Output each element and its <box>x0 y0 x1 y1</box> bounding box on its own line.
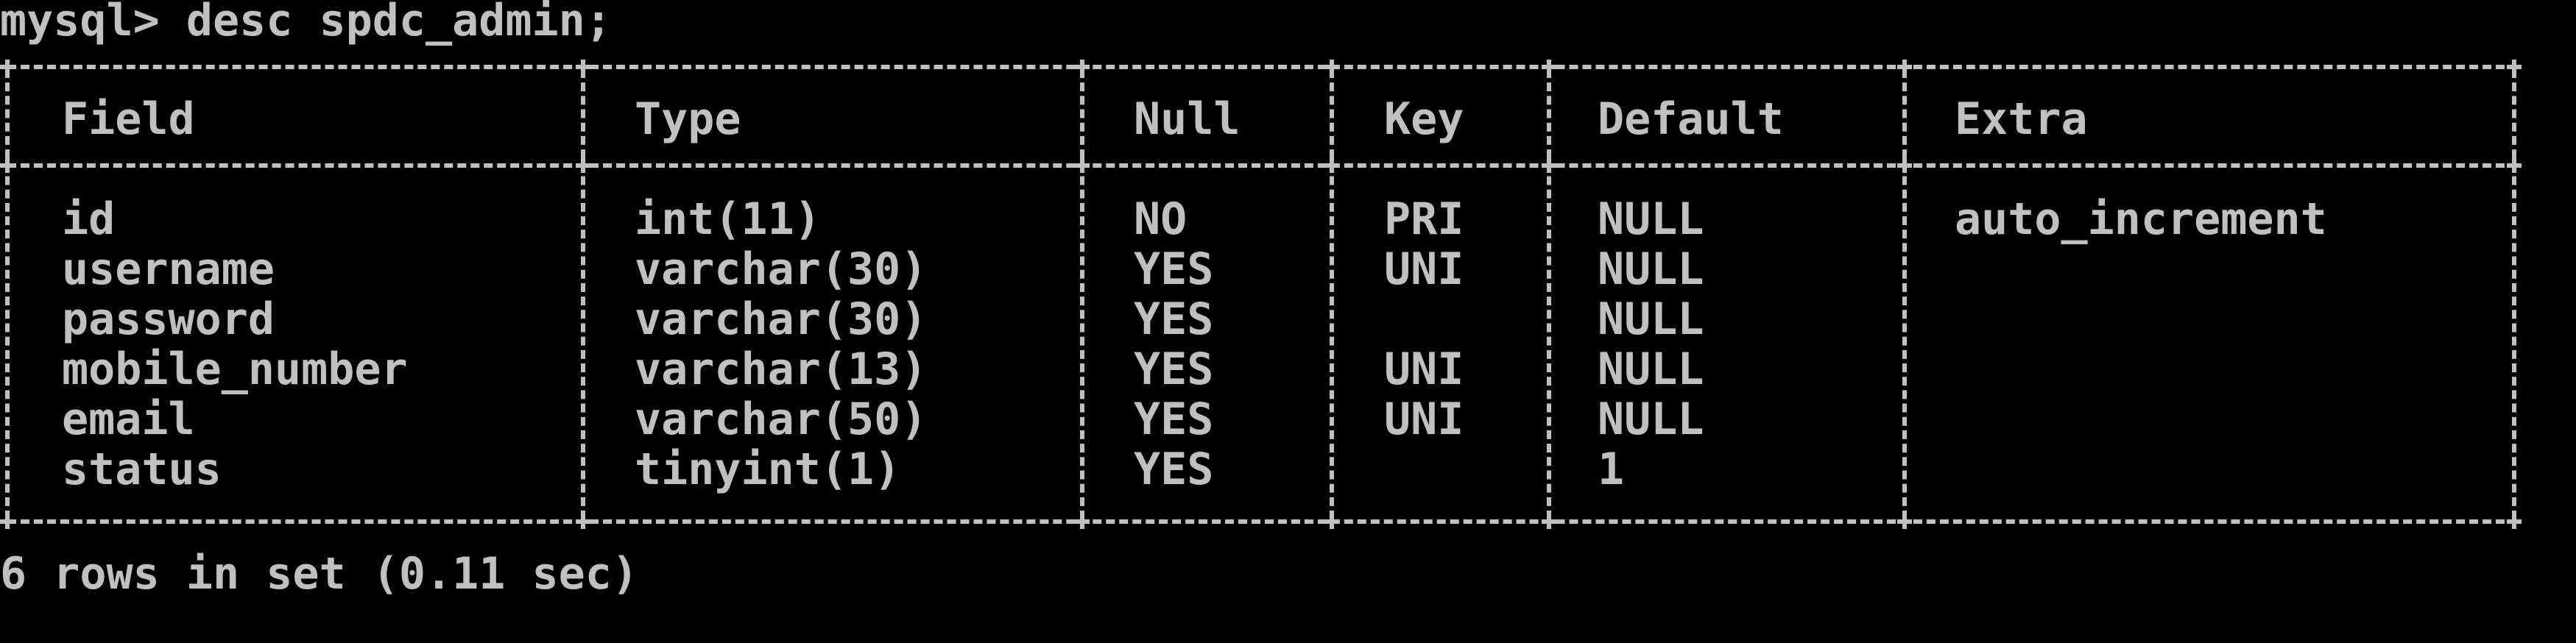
junction-plus <box>1324 514 1339 529</box>
column-header-type: Type <box>635 93 741 145</box>
command-line: mysql> desc spdc_admin; <box>0 0 612 46</box>
terminal-window: mysql> desc spdc_admin; Field Type Null … <box>0 0 2576 643</box>
column-separator <box>2512 69 2516 519</box>
junction-plus <box>1897 60 1912 74</box>
column-separator <box>1547 69 1551 519</box>
junction-plus <box>1542 60 1556 74</box>
table-cell-field: email <box>62 394 195 445</box>
column-separator <box>581 69 585 519</box>
table-cell-type: int(11) <box>635 193 821 245</box>
table-cell-type: varchar(50) <box>635 394 928 445</box>
table-cell-default: NULL <box>1598 394 1704 445</box>
junction-plus <box>576 514 590 529</box>
result-table: Field Type Null Key Default Extra id int… <box>0 51 2525 530</box>
table-cell-default: NULL <box>1598 193 1704 245</box>
table-border-bottom <box>7 519 2518 524</box>
column-header-key: Key <box>1384 93 1464 145</box>
junction-plus <box>2507 60 2522 74</box>
table-cell-key: PRI <box>1384 193 1464 245</box>
table-cell-default: NULL <box>1598 294 1704 345</box>
table-cell-key: UNI <box>1384 344 1464 395</box>
table-cell-default: 1 <box>1598 444 1625 495</box>
column-header-field: Field <box>62 93 195 145</box>
junction-plus <box>0 514 15 529</box>
table-cell-field: mobile_number <box>62 344 408 395</box>
table-cell-field: id <box>62 193 116 245</box>
column-separator <box>1330 69 1334 519</box>
table-cell-field: status <box>62 444 222 495</box>
junction-plus <box>0 60 15 74</box>
junction-plus <box>1542 514 1556 529</box>
junction-plus <box>2507 158 2522 173</box>
table-cell-field: password <box>62 294 275 345</box>
junction-plus <box>1075 514 1090 529</box>
table-cell-key: UNI <box>1384 394 1464 445</box>
column-separator <box>1902 69 1907 519</box>
table-cell-null: YES <box>1134 294 1214 345</box>
table-cell-type: varchar(30) <box>635 244 928 295</box>
table-cell-null: YES <box>1134 244 1214 295</box>
junction-plus <box>1075 158 1090 173</box>
junction-plus <box>0 158 15 173</box>
junction-plus <box>1324 60 1339 74</box>
table-cell-null: YES <box>1134 394 1214 445</box>
table-cell-null: YES <box>1134 344 1214 395</box>
column-header-default: Default <box>1598 93 1784 145</box>
table-border-top <box>7 65 2518 69</box>
junction-plus <box>1897 514 1912 529</box>
table-header-divider <box>7 163 2518 168</box>
result-summary: 6 rows in set (0.11 sec) <box>0 548 638 600</box>
junction-plus <box>576 158 590 173</box>
table-cell-type: tinyint(1) <box>635 444 901 495</box>
table-cell-default: NULL <box>1598 344 1704 395</box>
table-cell-extra: auto_increment <box>1955 193 2327 245</box>
column-header-extra: Extra <box>1955 93 2088 145</box>
table-cell-default: NULL <box>1598 244 1704 295</box>
junction-plus <box>1075 60 1090 74</box>
table-cell-null: YES <box>1134 444 1214 495</box>
column-separator <box>5 69 10 519</box>
junction-plus <box>1324 158 1339 173</box>
junction-plus <box>576 60 590 74</box>
table-cell-type: varchar(13) <box>635 344 928 395</box>
junction-plus <box>1897 158 1912 173</box>
column-separator <box>1080 69 1084 519</box>
table-cell-field: username <box>62 244 275 295</box>
table-cell-null: NO <box>1134 193 1188 245</box>
table-cell-type: varchar(30) <box>635 294 928 345</box>
junction-plus <box>2507 514 2522 529</box>
column-header-null: Null <box>1134 93 1241 145</box>
table-cell-key: UNI <box>1384 244 1464 295</box>
junction-plus <box>1542 158 1556 173</box>
